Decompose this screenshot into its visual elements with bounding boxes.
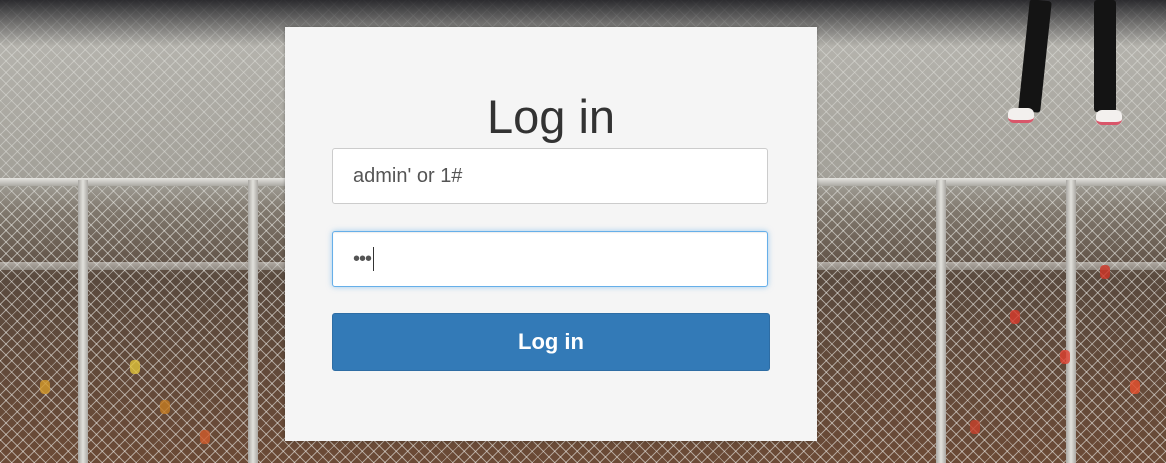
username-value: admin' or 1#: [353, 164, 463, 187]
cage-post: [248, 180, 258, 463]
cage-post: [936, 180, 946, 463]
crowd: [1130, 380, 1140, 394]
crowd: [200, 430, 210, 444]
crowd: [1060, 350, 1070, 364]
password-field[interactable]: •••: [332, 231, 768, 287]
login-button[interactable]: Log in: [332, 313, 770, 371]
crowd: [130, 360, 140, 374]
crowd: [40, 380, 50, 394]
text-caret: [373, 247, 375, 271]
crowd: [1100, 265, 1110, 279]
crowd: [970, 420, 980, 434]
crowd: [1010, 310, 1020, 324]
password-masked-value: •••: [353, 247, 372, 270]
page-title: Log in: [486, 90, 616, 143]
cage-post: [78, 180, 88, 463]
cage-post: [1066, 180, 1076, 463]
username-field[interactable]: admin' or 1#: [332, 148, 768, 204]
login-button-label: Log in: [518, 329, 584, 354]
crowd: [160, 400, 170, 414]
login-panel: Log in admin' or 1# ••• Log in: [285, 27, 817, 441]
person-legs: [1008, 0, 1132, 125]
